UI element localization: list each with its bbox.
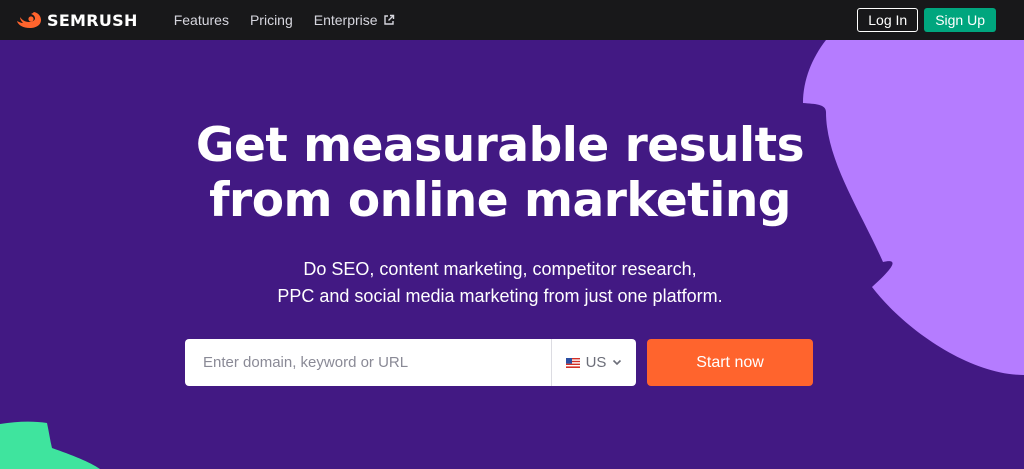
signup-button[interactable]: Sign Up bbox=[924, 8, 996, 32]
nav-link-label: Pricing bbox=[249, 12, 293, 28]
brand-name: SEMRUSH bbox=[47, 10, 138, 30]
nav-auth-buttons: Log In Sign Up bbox=[857, 8, 996, 32]
country-select-value: US bbox=[585, 354, 607, 371]
domain-search-input[interactable] bbox=[185, 339, 551, 386]
us-flag-icon bbox=[565, 357, 580, 368]
hero-title-line: from online marketing bbox=[209, 173, 791, 228]
search-form: US bbox=[185, 339, 636, 386]
hero-subtitle-line: PPC and social media marketing from just… bbox=[277, 286, 723, 306]
login-button[interactable]: Log In bbox=[857, 8, 919, 32]
external-link-icon bbox=[383, 14, 394, 25]
country-select[interactable]: US bbox=[552, 339, 636, 386]
start-now-button[interactable]: Start now bbox=[647, 339, 813, 386]
hero-subtitle-line: Do SEO, content marketing, competitor re… bbox=[303, 259, 697, 279]
nav-link-pricing[interactable]: Pricing bbox=[250, 12, 293, 28]
hero-section: Get measurable results from online marke… bbox=[0, 40, 1024, 469]
landing-page: SEMRUSH Features Pricing Enterprise Log … bbox=[0, 0, 1024, 469]
top-navbar: SEMRUSH Features Pricing Enterprise Log … bbox=[0, 0, 1024, 40]
chevron-down-icon bbox=[613, 359, 622, 366]
hero-title: Get measurable results from online marke… bbox=[0, 118, 1000, 228]
semrush-logo[interactable]: SEMRUSH bbox=[16, 11, 138, 30]
nav-links: Features Pricing Enterprise bbox=[174, 12, 416, 28]
hero-subtitle: Do SEO, content marketing, competitor re… bbox=[0, 256, 1000, 310]
nav-link-enterprise[interactable]: Enterprise bbox=[314, 12, 395, 28]
hero-title-line: Get measurable results bbox=[195, 118, 805, 173]
semrush-fire-icon bbox=[17, 12, 41, 28]
nav-link-features[interactable]: Features bbox=[174, 12, 229, 28]
nav-link-label: Enterprise bbox=[313, 12, 378, 28]
nav-link-label: Features bbox=[173, 12, 229, 28]
